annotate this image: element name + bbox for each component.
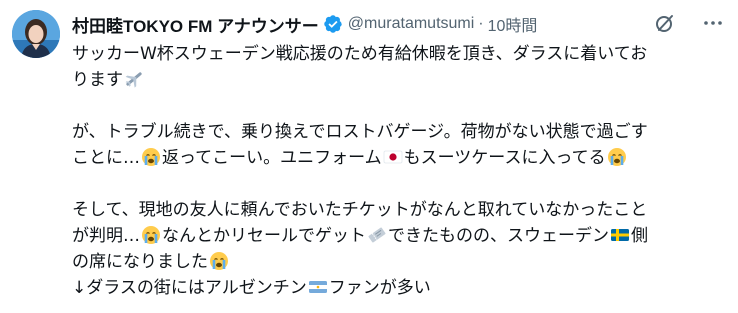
verified-badge-icon <box>323 14 343 34</box>
tweet-text-segment: が、トラブル続きで、乗り換えでロストバゲージ。荷物がない状態で過ごす <box>72 122 648 142</box>
tweet-paragraph: サッカーW杯スウェーデン戦応援のため有給休暇を頂き、ダラスに着いてお ります <box>72 41 720 93</box>
tweet-paragraph: が、トラブル続きで、乗り換えでロストバゲージ。荷物がない状態で過ごす ことに… 返っ… <box>72 119 720 171</box>
timestamp[interactable]: 10時間 <box>488 12 538 36</box>
tweet-text-segment: もスーツケースに入ってる <box>403 148 606 168</box>
tweet-text-segment: 返ってこーい。ユニフォーム <box>162 148 382 168</box>
crying-face-icon <box>209 251 229 271</box>
tweet-paragraph: そして、現地の友人に頼んでおいたチケットがなんと取れていなかったこと が判明… なん… <box>72 197 720 301</box>
crying-face-icon <box>141 147 161 167</box>
tweet-text-segment: なんとかリセールでゲット <box>162 226 366 246</box>
tweet-text-segment: ります <box>72 70 123 90</box>
tweet[interactable]: 村田睦TOKYO FM アナウンサー @muratamutsumi · 10時間 <box>0 0 738 313</box>
tweet-text-segment: の席になりました <box>72 252 208 272</box>
header-actions <box>654 12 724 34</box>
tweet-line: ことに… 返ってこーい。ユニフォーム もスーツケースに入ってる <box>72 145 720 171</box>
japan-flag-icon <box>383 147 403 167</box>
tweet-line: ↓ダラスの街にはアルゼンチン ファンが多い <box>72 275 720 301</box>
argentina-flag-icon <box>308 277 328 297</box>
tweet-line: そして、現地の友人に頼んでおいたチケットがなんと取れていなかったこと <box>72 197 720 223</box>
tweet-line: ります <box>72 67 720 93</box>
tweet-text-segment: サッカーW杯スウェーデン戦応援のため有給休暇を頂き、ダラスに着いてお <box>72 44 648 64</box>
tweet-line: サッカーW杯スウェーデン戦応援のため有給休暇を頂き、ダラスに着いてお <box>72 41 720 67</box>
avatar[interactable] <box>12 10 60 58</box>
header-separator: · <box>478 15 484 32</box>
tweet-header: 村田睦TOKYO FM アナウンサー @muratamutsumi · 10時間 <box>72 11 537 37</box>
grok-icon[interactable] <box>654 12 676 34</box>
user-handle[interactable]: @muratamutsumi <box>348 15 475 33</box>
crying-face-icon <box>141 225 161 245</box>
tweet-line: が、トラブル続きで、乗り換えでロストバゲージ。荷物がない状態で過ごす <box>72 119 720 145</box>
tweet-text-segment: そして、現地の友人に頼んでおいたチケットがなんと取れていなかったこと <box>72 200 648 220</box>
tweet-text-segment: ファンが多い <box>328 278 431 298</box>
ticket-icon <box>367 225 387 245</box>
sweden-flag-icon <box>610 225 630 245</box>
tweet-line: が判明… なんとかリセールでゲット できたものの、スウェーデン 側 <box>72 223 720 249</box>
display-name[interactable]: 村田睦TOKYO FM アナウンサー <box>72 12 319 37</box>
more-options-icon[interactable] <box>702 12 724 34</box>
airplane-icon <box>124 69 144 89</box>
tweet-text: サッカーW杯スウェーデン戦応援のため有給休暇を頂き、ダラスに着いてお ります が、ト… <box>72 41 720 301</box>
tweet-text-segment: できたものの、スウェーデン <box>388 226 609 246</box>
tweet-text-segment: ↓ダラスの街にはアルゼンチン <box>72 278 307 298</box>
tweet-text-segment: が判明… <box>72 226 140 246</box>
tweet-text-segment: 側 <box>631 226 648 246</box>
tweet-text-segment: ことに… <box>72 148 140 168</box>
tweet-line: の席になりました <box>72 249 720 275</box>
crying-face-icon <box>607 147 627 167</box>
